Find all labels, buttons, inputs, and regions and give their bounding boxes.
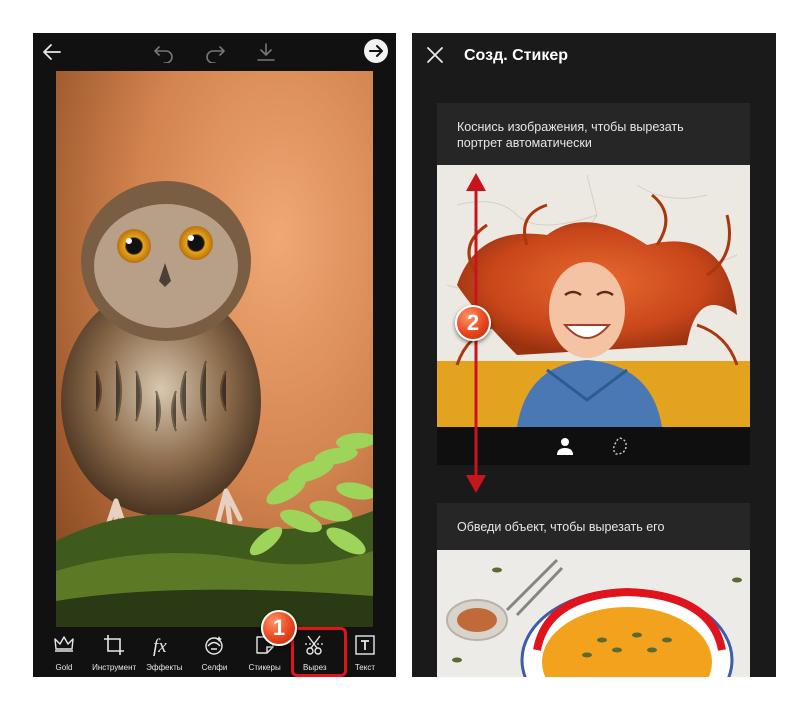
tool-label: Gold [55,663,73,672]
soup-photo[interactable] [437,550,750,677]
close-icon[interactable] [426,46,444,64]
step-badge-1: 1 [261,610,297,646]
editor-toolbar [33,33,396,71]
undo-icon[interactable] [153,41,175,63]
page-title: Созд. Стикер [464,47,569,64]
text-icon [353,633,377,657]
next-arrow-icon[interactable] [364,39,388,63]
person-icon[interactable] [555,436,575,456]
crop-icon [102,633,126,657]
tool-label: Инструмент [92,663,137,672]
tool-effects[interactable]: fx Эффекты [139,627,189,677]
cutout-mode-bar [437,427,750,465]
redo-icon[interactable] [204,41,226,63]
tool-label: Стикеры [248,663,281,672]
svg-text:fx: fx [153,636,167,657]
tool-text[interactable]: Текст [340,627,390,677]
tool-label: Текст [354,663,375,672]
download-icon[interactable] [255,41,277,63]
selfie-icon [202,633,226,657]
tool-selfie[interactable]: Селфи [189,627,239,677]
tool-instrument[interactable]: Инструмент [89,627,139,677]
card-trace-cutout[interactable]: Обведи объект, чтобы вырезать его [437,503,750,677]
back-arrow-icon[interactable] [41,41,63,63]
create-sticker-screen: Созд. Стикер Коснись изображения, чтобы … [412,33,776,677]
lasso-icon[interactable] [610,436,630,456]
photo-editor-screen: Gold Инструмент fx Эффекты Селфи Стикеры [33,33,396,677]
tool-label: Селфи [201,663,228,672]
editor-canvas-owl-photo[interactable] [56,71,373,627]
card-description: Обведи объект, чтобы вырезать его [457,520,665,534]
tool-label: Эффекты [146,663,183,672]
crown-icon [52,633,76,657]
fx-icon: fx [152,633,176,657]
sticker-header: Созд. Стикер [412,33,776,79]
portrait-photo[interactable] [437,165,750,427]
cutout-tool-highlight [291,627,347,677]
step-badge-2: 2 [455,305,491,341]
tool-gold[interactable]: Gold [39,627,89,677]
card-description: Коснись изображения, чтобы вырезать порт… [457,120,684,150]
card-auto-cutout[interactable]: Коснись изображения, чтобы вырезать порт… [437,103,750,465]
